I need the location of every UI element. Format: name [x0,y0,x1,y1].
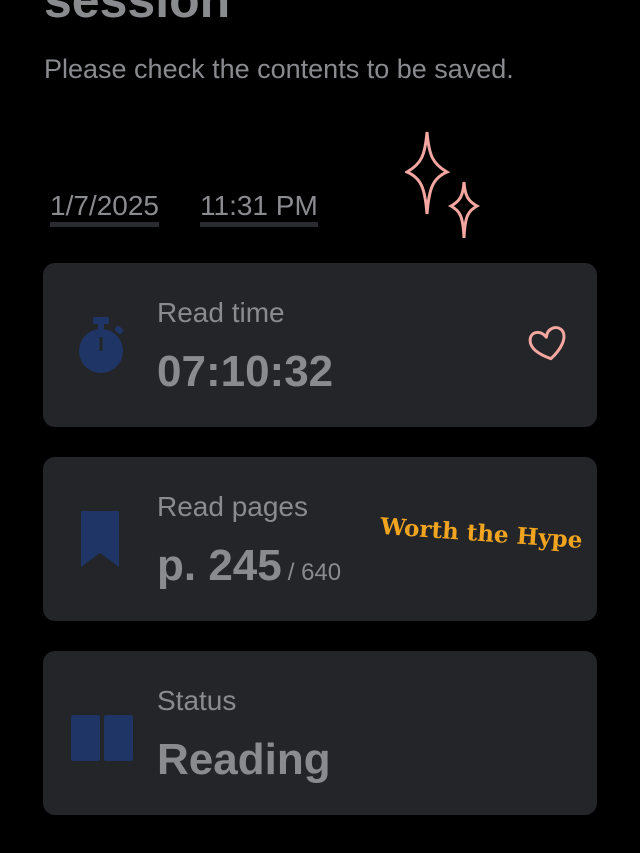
heart-icon [528,326,566,361]
read-time-label: Read time [157,297,285,328]
read-pages-value: p. 245/ 640 [157,541,341,591]
read-time-card[interactable]: Read time 07:10:32 [43,263,597,427]
stopwatch-icon [79,317,124,373]
read-time-value: 07:10:32 [157,347,334,396]
session-time[interactable]: 11:31 PM [200,190,318,227]
page-subtitle: Please check the contents to be saved. [44,54,514,84]
read-pages-label: Read pages [157,491,309,522]
total-pages: / 640 [287,559,342,586]
current-page: p. 245 [157,541,282,590]
sparkle-icon [405,131,481,239]
book-open-icon [71,715,133,761]
status-label: Status [157,685,237,716]
status-value: Reading [157,735,331,784]
session-date[interactable]: 1/7/2025 [50,190,159,227]
status-card[interactable]: Status Reading [43,651,597,815]
page-title: session [44,0,231,28]
bookmark-icon [81,511,119,567]
